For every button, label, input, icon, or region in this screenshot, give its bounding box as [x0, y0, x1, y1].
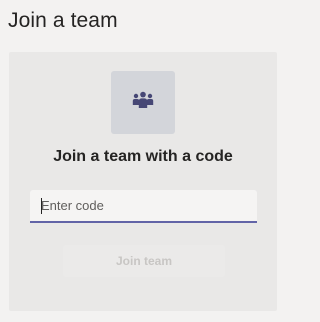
team-tile [111, 71, 175, 134]
page-title: Join a team [8, 9, 118, 32]
team-people-icon [132, 91, 154, 114]
join-with-code-card: Join a team with a code Join team [9, 52, 277, 311]
join-team-button[interactable]: Join team [63, 245, 225, 277]
team-code-input[interactable] [30, 190, 257, 223]
join-with-code-heading: Join a team with a code [53, 148, 233, 165]
text-caret [41, 198, 42, 214]
